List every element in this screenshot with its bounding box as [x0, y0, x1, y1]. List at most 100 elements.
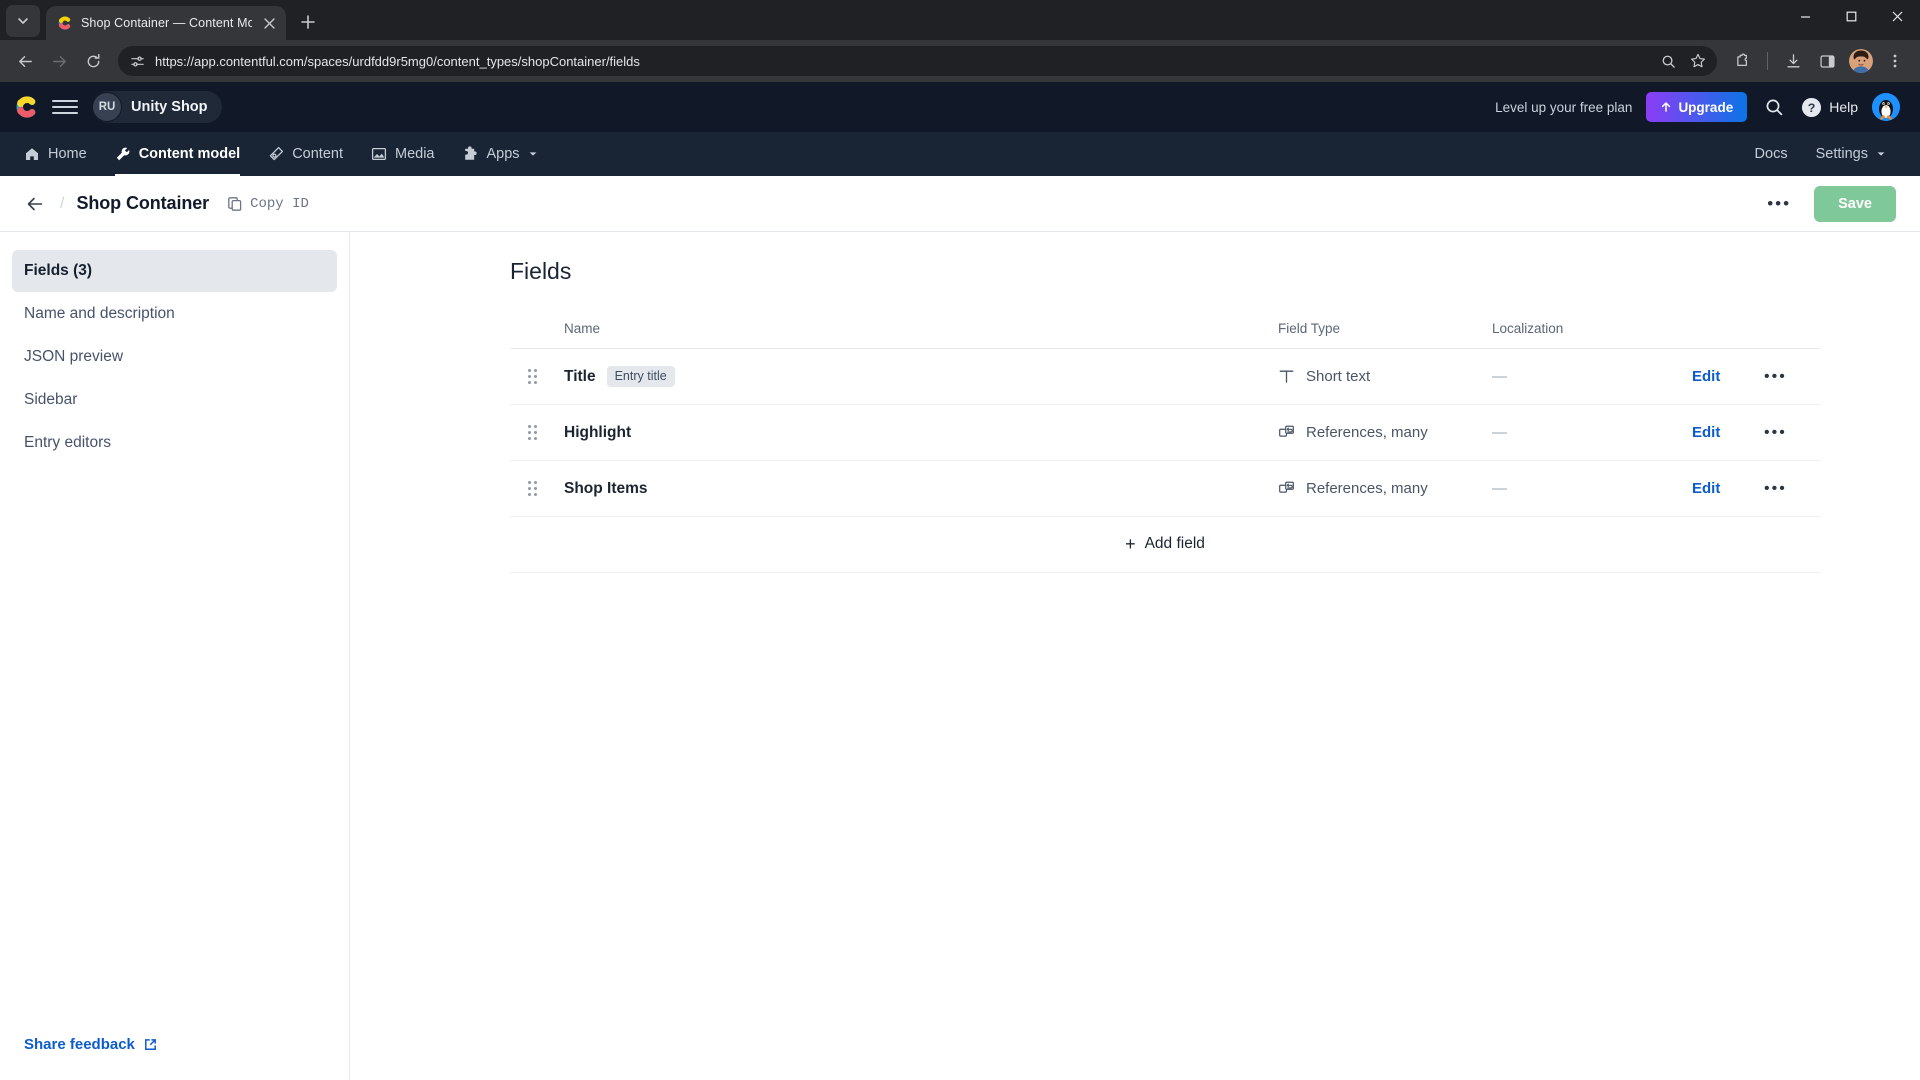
- site-settings-icon[interactable]: [130, 54, 145, 69]
- zoom-search-icon[interactable]: [1653, 46, 1683, 76]
- entry-title-badge: Entry title: [606, 365, 675, 388]
- nav-item-label: Settings: [1815, 146, 1868, 162]
- save-button[interactable]: Save: [1814, 185, 1896, 222]
- sidebar-item-entry-editors[interactable]: Entry editors: [12, 422, 337, 464]
- minimize-icon[interactable]: [1782, 0, 1828, 32]
- svg-text:?: ?: [1808, 100, 1816, 114]
- upgrade-button-label: Upgrade: [1678, 99, 1734, 115]
- browser-window: Shop Container — Content Mo https://app.…: [0, 0, 1920, 1080]
- page-actions-menu[interactable]: •••: [1764, 189, 1794, 219]
- row-actions-cell: •••: [1764, 460, 1820, 517]
- sidebar-item-json-preview[interactable]: JSON preview: [12, 336, 337, 378]
- field-type-label: References, many: [1306, 480, 1428, 497]
- page-title: Shop Container: [76, 193, 210, 213]
- field-name: Title: [564, 367, 596, 385]
- sidebar-item-label: Entry editors: [24, 434, 112, 451]
- drag-handle-cell[interactable]: [510, 404, 564, 461]
- nav-item-settings[interactable]: Settings: [1802, 132, 1900, 176]
- back-arrow-icon[interactable]: [22, 191, 48, 217]
- upgrade-button[interactable]: Upgrade: [1646, 92, 1748, 122]
- table-row[interactable]: Shop Items References, many — Edit •••: [510, 460, 1820, 517]
- browser-toolbar: https://app.contentful.com/spaces/urdfdd…: [0, 40, 1920, 82]
- nav-item-docs[interactable]: Docs: [1741, 132, 1802, 176]
- maximize-icon[interactable]: [1828, 0, 1874, 32]
- column-handle: [510, 321, 564, 349]
- extensions-puzzle-icon[interactable]: [1727, 46, 1757, 76]
- breadcrumb-separator: /: [60, 194, 65, 212]
- row-actions-menu[interactable]: •••: [1764, 480, 1787, 497]
- edit-field-link[interactable]: Edit: [1692, 480, 1720, 497]
- nav-item-label: Docs: [1754, 146, 1788, 162]
- reference-icon: [1278, 480, 1295, 497]
- field-name-cell: Shop Items: [564, 460, 1278, 517]
- search-icon[interactable]: [1761, 94, 1787, 120]
- nav-item-label: Apps: [486, 146, 520, 162]
- sidebar-item-fields[interactable]: Fields (3): [12, 250, 337, 292]
- reload-icon[interactable]: [78, 46, 108, 76]
- field-type-cell: Short text: [1278, 348, 1492, 405]
- edit-cell: Edit: [1692, 404, 1764, 461]
- arrow-up-icon: [1660, 101, 1672, 113]
- profile-avatar-icon[interactable]: [1846, 46, 1876, 76]
- nav-item-content-model[interactable]: Content model: [101, 132, 255, 176]
- sidebar-item-name-and-description[interactable]: Name and description: [12, 293, 337, 335]
- nav-item-content[interactable]: Content: [254, 132, 357, 176]
- row-actions-menu[interactable]: •••: [1764, 424, 1787, 441]
- window-close-icon[interactable]: [1874, 0, 1920, 32]
- space-selector[interactable]: RU Unity Shop: [92, 91, 222, 123]
- row-actions-menu[interactable]: •••: [1764, 368, 1787, 385]
- field-type-cell: References, many: [1278, 460, 1492, 517]
- edit-field-link[interactable]: Edit: [1692, 424, 1720, 441]
- table-row[interactable]: Highlight References, many — Edit •••: [510, 404, 1820, 461]
- nav-item-apps[interactable]: Apps: [448, 132, 551, 176]
- star-icon[interactable]: [1683, 46, 1713, 76]
- edit-cell: Edit: [1692, 460, 1764, 517]
- side-panel-icon[interactable]: [1812, 46, 1842, 76]
- tab-search-button[interactable]: [6, 5, 40, 37]
- field-name-cell: Title Entry title: [564, 348, 1278, 405]
- three-dot-menu-icon[interactable]: [1880, 46, 1910, 76]
- toolbar-divider: [1767, 52, 1768, 70]
- nav-item-home[interactable]: Home: [10, 132, 101, 176]
- page-header: / Shop Container Copy ID ••• Save: [0, 176, 1920, 232]
- copy-id-button[interactable]: Copy ID: [227, 196, 309, 212]
- field-name: Shop Items: [564, 479, 648, 497]
- share-feedback-label: Share feedback: [24, 1036, 135, 1053]
- contentful-logo-icon[interactable]: [14, 94, 40, 120]
- localization-cell: —: [1492, 404, 1692, 461]
- sidebar-item-label: Name and description: [24, 305, 175, 322]
- sidebar-item-label: Fields (3): [24, 262, 93, 279]
- column-name: Name: [564, 321, 1278, 349]
- nav-item-label: Media: [394, 146, 435, 162]
- column-field-type: Field Type: [1278, 321, 1492, 349]
- add-field-button[interactable]: + Add field: [1125, 535, 1205, 553]
- field-type-label: References, many: [1306, 424, 1428, 441]
- short-text-icon: [1278, 368, 1295, 385]
- sidebar-item-sidebar[interactable]: Sidebar: [12, 379, 337, 421]
- drag-handle-icon[interactable]: [528, 369, 537, 384]
- close-icon[interactable]: [260, 14, 278, 32]
- edit-field-link[interactable]: Edit: [1692, 368, 1720, 385]
- help-button[interactable]: ? Help: [1801, 97, 1858, 118]
- sidebar-item-label: Sidebar: [24, 391, 78, 408]
- add-field-row[interactable]: + Add field: [510, 516, 1820, 573]
- hamburger-menu-icon[interactable]: [52, 94, 78, 120]
- wrench-icon: [115, 146, 131, 162]
- download-icon[interactable]: [1778, 46, 1808, 76]
- table-row[interactable]: Title Entry title Short text — Edit •••: [510, 348, 1820, 405]
- share-feedback-link[interactable]: Share feedback: [24, 1036, 158, 1053]
- avatar[interactable]: [1872, 93, 1900, 121]
- drag-handle-icon[interactable]: [528, 481, 537, 496]
- drag-handle-cell[interactable]: [510, 348, 564, 405]
- drag-handle-cell[interactable]: [510, 460, 564, 517]
- drag-handle-icon[interactable]: [528, 425, 537, 440]
- tab-title: Shop Container — Content Mo: [81, 16, 252, 30]
- plus-icon: +: [1125, 534, 1136, 554]
- browser-tab[interactable]: Shop Container — Content Mo: [46, 6, 286, 40]
- sidebar-item-label: JSON preview: [24, 348, 124, 365]
- edit-cell: Edit: [1692, 348, 1764, 405]
- nav-item-media[interactable]: Media: [357, 132, 449, 176]
- new-tab-button[interactable]: [294, 8, 322, 36]
- back-arrow-icon[interactable]: [10, 46, 40, 76]
- address-bar[interactable]: https://app.contentful.com/spaces/urdfdd…: [118, 46, 1717, 76]
